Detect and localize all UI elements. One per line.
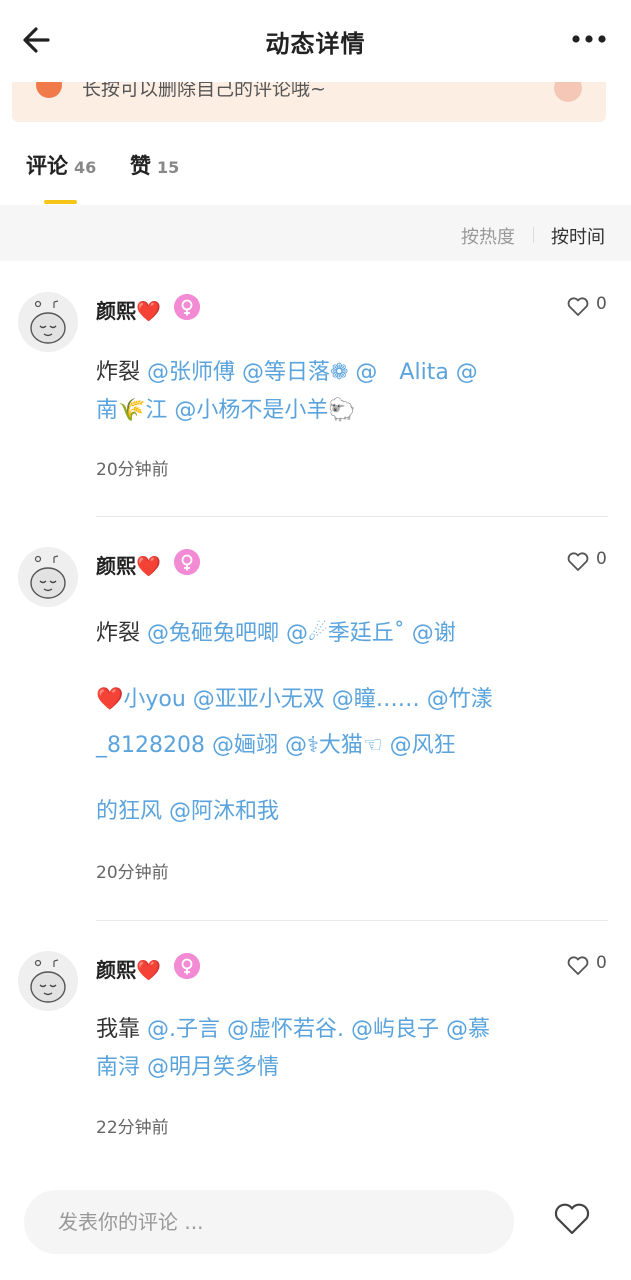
like-count: 0 <box>596 953 607 973</box>
mentions-line[interactable]: @.子言 @虚怀若谷. @屿良子 @慕 <box>147 1017 490 1042</box>
like-count: 0 <box>596 294 607 314</box>
tab-comments-count: 46 <box>74 158 97 177</box>
tab-comments[interactable]: 评论 46 <box>26 150 96 200</box>
female-gender-icon <box>174 294 200 320</box>
comment-prefix: 我靠 <box>96 1017 147 1042</box>
user-avatar[interactable] <box>18 292 78 352</box>
comment-item[interactable]: 颜熙❤️ 0 炸裂 @张师傅 @等日落❁ @ Alita @ 南🌾江 @小杨不是… <box>0 292 631 517</box>
tip-text: 长按可以删除自己的评论哦~ <box>82 82 326 100</box>
username[interactable]: 颜熙❤️ <box>96 295 161 324</box>
mentions-line[interactable]: 南浔 @明月笑多情 <box>96 1049 556 1087</box>
mentions-line[interactable]: 南🌾江 @小杨不是小羊🐑 <box>96 392 556 430</box>
sort-divider <box>533 227 534 243</box>
comment-item[interactable]: 颜熙❤️ 0 炸裂 @兔砸兔吧唧 @☄季廷丘˚ @谢 ❤️小you @亚亚小无双… <box>0 547 631 921</box>
tab-likes-label: 赞 <box>130 154 151 178</box>
username[interactable]: 颜熙❤️ <box>96 954 161 983</box>
tip-close-icon[interactable] <box>554 82 582 102</box>
tip-banner: 长按可以删除自己的评论哦~ <box>12 82 606 122</box>
active-tab-indicator <box>44 200 77 204</box>
top-nav-bar: 动态详情 <box>0 0 631 82</box>
sort-by-hot-button[interactable]: 按热度 <box>461 223 515 249</box>
mentions-line[interactable]: ❤️小you @亚亚小无双 @瞳…… @竹漾 <box>96 681 556 719</box>
like-count: 0 <box>596 549 607 569</box>
comment-time: 22分钟前 <box>96 1118 169 1138</box>
comment-item[interactable]: 颜熙❤️ 0 我靠 @.子言 @虚怀若谷. @屿良子 @慕 南浔 @明月笑多情 … <box>0 951 631 1151</box>
comment-prefix: 炸裂 <box>96 360 147 385</box>
tab-likes[interactable]: 赞 15 <box>130 150 179 200</box>
mentions-line[interactable]: @张师傅 @等日落❁ @ Alita @ <box>147 360 478 385</box>
sort-bar: 按热度 按时间 <box>0 205 631 261</box>
tip-alert-icon <box>36 82 62 98</box>
user-avatar[interactable] <box>18 951 78 1011</box>
mentions-line[interactable]: _8128208 @婳翊 @⚕大猫☜ @风狂 <box>96 727 556 765</box>
tab-comments-label: 评论 <box>26 154 68 178</box>
female-gender-icon <box>174 953 200 979</box>
comment-prefix: 炸裂 <box>96 621 147 646</box>
user-avatar[interactable] <box>18 547 78 607</box>
comment-input[interactable] <box>24 1190 514 1254</box>
tab-likes-count: 15 <box>157 158 180 177</box>
more-options-icon[interactable] <box>571 30 607 48</box>
mentions-line[interactable]: @兔砸兔吧唧 @☄季廷丘˚ @谢 <box>147 621 456 646</box>
page-title: 动态详情 <box>265 30 366 58</box>
comment-text: 我靠 @.子言 @虚怀若谷. @屿良子 @慕 南浔 @明月笑多情 <box>96 1011 556 1087</box>
comment-text: 炸裂 @兔砸兔吧唧 @☄季廷丘˚ @谢 ❤️小you @亚亚小无双 @瞳…… @… <box>96 615 556 831</box>
comment-time: 20分钟前 <box>96 460 169 480</box>
female-gender-icon <box>174 549 200 575</box>
comment-time: 20分钟前 <box>96 863 169 883</box>
comment-divider <box>96 516 608 517</box>
like-post-heart-icon[interactable] <box>552 1198 592 1238</box>
tab-bar: 评论 46 赞 15 <box>0 140 631 204</box>
mentions-line[interactable]: 的狂风 @阿沐和我 <box>96 793 556 831</box>
username[interactable]: 颜熙❤️ <box>96 550 161 579</box>
comment-divider <box>96 920 608 921</box>
comment-input-bar <box>0 1180 631 1280</box>
sort-by-time-button[interactable]: 按时间 <box>551 223 605 249</box>
comment-text: 炸裂 @张师傅 @等日落❁ @ Alita @ 南🌾江 @小杨不是小羊🐑 <box>96 354 556 430</box>
